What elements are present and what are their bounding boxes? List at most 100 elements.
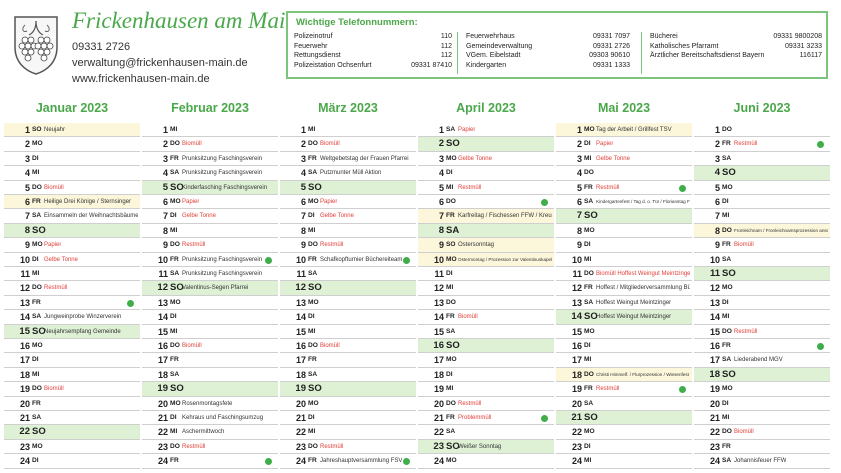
day-row[interactable]: 10 FR Schafkopfturnier Büchereiteam xyxy=(280,253,416,267)
day-row[interactable]: 20 MO Rosenmontagsfete xyxy=(142,397,278,411)
day-row[interactable]: 15 SO Neujahrsempfang Gemeinde xyxy=(4,324,140,339)
day-row[interactable]: 21 DI xyxy=(280,411,416,426)
day-row[interactable]: 14 FR Biomüll xyxy=(418,310,554,325)
day-row[interactable]: 12 DO Restmüll xyxy=(4,281,140,296)
day-row[interactable]: 6 DO xyxy=(418,195,554,210)
day-row[interactable]: 13 MO xyxy=(280,296,416,311)
day-row[interactable]: 24 FR Jahreshauptversammlung FSV xyxy=(280,454,416,469)
day-row[interactable]: 15 MO xyxy=(556,325,692,339)
day-row[interactable]: 22 MI Aschermittwoch xyxy=(142,425,278,440)
day-row[interactable]: 9 DO Restmüll xyxy=(280,238,416,253)
town-email[interactable]: verwaltung@frickenhausen-main.de xyxy=(72,57,248,69)
day-row[interactable]: 23 DO Restmüll xyxy=(280,440,416,455)
day-row[interactable]: 12 MO xyxy=(694,281,830,296)
day-row[interactable]: 8 SA xyxy=(418,223,554,239)
day-row[interactable]: 4 MI xyxy=(4,166,140,181)
day-row[interactable]: 1 SO Neujahr xyxy=(4,123,140,138)
day-row[interactable]: 12 SO xyxy=(280,281,416,296)
day-row[interactable]: 2 DO Biomüll xyxy=(142,137,278,152)
day-row[interactable]: 8 SO xyxy=(4,223,140,239)
day-row[interactable]: 9 FR Biomüll xyxy=(694,238,830,253)
day-row[interactable]: 5 DO Biomüll xyxy=(4,181,140,195)
day-row[interactable]: 19 FR Restmüll xyxy=(556,382,692,397)
day-row[interactable]: 23 DO Restmüll xyxy=(142,440,278,455)
day-row[interactable]: 8 DO Fronleichnam / Fronleichnamsprozessio… xyxy=(694,223,830,239)
day-row[interactable]: 13 DO xyxy=(418,296,554,311)
day-row[interactable]: 24 MI xyxy=(556,454,692,469)
day-row[interactable]: 3 FR Prunksitzung Faschingsverein xyxy=(142,152,278,167)
day-row[interactable]: 7SAEinsammeln der Weihnachtsbäume FFW xyxy=(4,209,140,224)
day-row[interactable]: 10 MO Ostermontag / Prozession zur Valenti… xyxy=(418,252,554,267)
day-row[interactable]: 21 FR Problemmüll xyxy=(418,411,554,426)
day-row[interactable]: 13 MO xyxy=(142,296,278,311)
day-row[interactable]: 13 SA Hoffest Weingut Meintzinger xyxy=(556,296,692,311)
day-row[interactable]: 12 MI xyxy=(418,281,554,296)
day-row[interactable]: 19 MI xyxy=(418,382,554,397)
day-row[interactable]: 13 DI xyxy=(694,296,830,311)
day-row[interactable]: 9 DI xyxy=(556,238,692,253)
day-row[interactable]: 14 DI xyxy=(142,310,278,325)
day-row[interactable]: 14 SA Jungweinprobe Winzerverein xyxy=(4,310,140,325)
day-row[interactable]: 9 DO Restmüll xyxy=(142,238,278,253)
day-row[interactable]: 18 SA xyxy=(142,368,278,383)
day-row[interactable]: 22 DO Biomüll xyxy=(694,425,830,440)
day-row[interactable]: 1 MI xyxy=(280,123,416,138)
day-row[interactable]: 24 SA Johannisfeuer FFW xyxy=(694,454,830,469)
day-row[interactable]: 6 FR Heilige Drei Könige / Sternsinger xyxy=(4,195,140,210)
day-row[interactable]: 11 SO xyxy=(694,267,830,282)
day-row[interactable]: 17 DI xyxy=(4,353,140,368)
day-row[interactable]: 20 MO xyxy=(280,397,416,411)
day-row[interactable]: 20 DI xyxy=(694,397,830,411)
day-row[interactable]: 16 MO xyxy=(4,339,140,354)
day-row[interactable]: 2 SO xyxy=(418,137,554,152)
day-row[interactable]: 5 MO xyxy=(694,181,830,195)
day-row[interactable]: 5 FR Restmüll xyxy=(556,181,692,195)
day-row[interactable]: 22 SO xyxy=(4,425,140,440)
day-row[interactable]: 21 DI Kehraus und Faschingsumzug xyxy=(142,411,278,426)
day-row[interactable]: 1 SA Papier xyxy=(418,123,554,138)
day-row[interactable]: 19 DO Biomüll xyxy=(4,382,140,397)
day-row[interactable]: 3 DI xyxy=(4,152,140,167)
day-row[interactable]: 7 MI xyxy=(694,209,830,224)
day-row[interactable]: 12FRHoffest / Mitgliederversammlung Bürg… xyxy=(556,281,692,296)
day-row[interactable]: 6 MO Papier xyxy=(280,195,416,210)
day-row[interactable]: 18 DO Christi Himmelf. / Flurprozession / … xyxy=(556,367,692,383)
day-row[interactable]: 18 DI xyxy=(418,368,554,383)
day-row[interactable]: 22 MI xyxy=(280,425,416,440)
day-row[interactable]: 16 SO xyxy=(418,339,554,354)
day-row[interactable]: 18 SA xyxy=(280,368,416,383)
day-row[interactable]: 10 MI xyxy=(556,253,692,267)
day-row[interactable]: 16 FR xyxy=(694,339,830,354)
day-row[interactable]: 11 SA xyxy=(280,267,416,282)
day-row[interactable]: 6 MO Papier xyxy=(142,195,278,210)
day-row[interactable]: 21 SA xyxy=(4,411,140,426)
day-row[interactable]: 11 SA Prunksitzung Faschingsverein xyxy=(142,267,278,282)
day-row[interactable]: 11 MI xyxy=(4,267,140,282)
day-row[interactable]: 15 MI xyxy=(142,325,278,339)
day-row[interactable]: 21 SO xyxy=(556,411,692,426)
day-row[interactable]: 16 DO Biomüll xyxy=(280,339,416,354)
day-row[interactable]: 23 MO xyxy=(4,440,140,455)
day-row[interactable]: 11 DO Biomüll Hoffest Weingut Meintzinger xyxy=(556,267,692,282)
day-row[interactable]: 17 FR xyxy=(142,353,278,368)
town-website[interactable]: www.frickenhausen-main.de xyxy=(72,73,210,85)
day-row[interactable]: 15 SA xyxy=(418,325,554,339)
day-row[interactable]: 24 MO xyxy=(418,454,554,469)
day-row[interactable]: 20 DO Restmüll xyxy=(418,397,554,411)
day-row[interactable]: 4 DO xyxy=(556,166,692,181)
day-row[interactable]: 10 FR Prunksitzung Faschingsverein xyxy=(142,253,278,267)
day-row[interactable]: 23 DI xyxy=(556,440,692,455)
day-row[interactable]: 6 SA Kindergartenfest / Tag d. o. Tür / Fl… xyxy=(556,195,692,210)
day-row[interactable]: 8 MO xyxy=(556,224,692,239)
day-row[interactable]: 7 SO xyxy=(556,209,692,224)
day-row[interactable]: 2 MO xyxy=(4,137,140,152)
day-row[interactable]: 2 FR Restmüll xyxy=(694,137,830,152)
day-row[interactable]: 14 MI xyxy=(694,310,830,325)
day-row[interactable]: 8 MI xyxy=(142,224,278,239)
day-row[interactable]: 24 DI xyxy=(4,454,140,469)
day-row[interactable]: 23 FR xyxy=(694,440,830,455)
day-row[interactable]: 17 FR xyxy=(280,353,416,368)
day-row[interactable]: 8 MI xyxy=(280,224,416,239)
day-row[interactable]: 22 SA xyxy=(418,425,554,440)
day-row[interactable]: 12 SO Valentinus-Segen Pfarrei xyxy=(142,281,278,296)
